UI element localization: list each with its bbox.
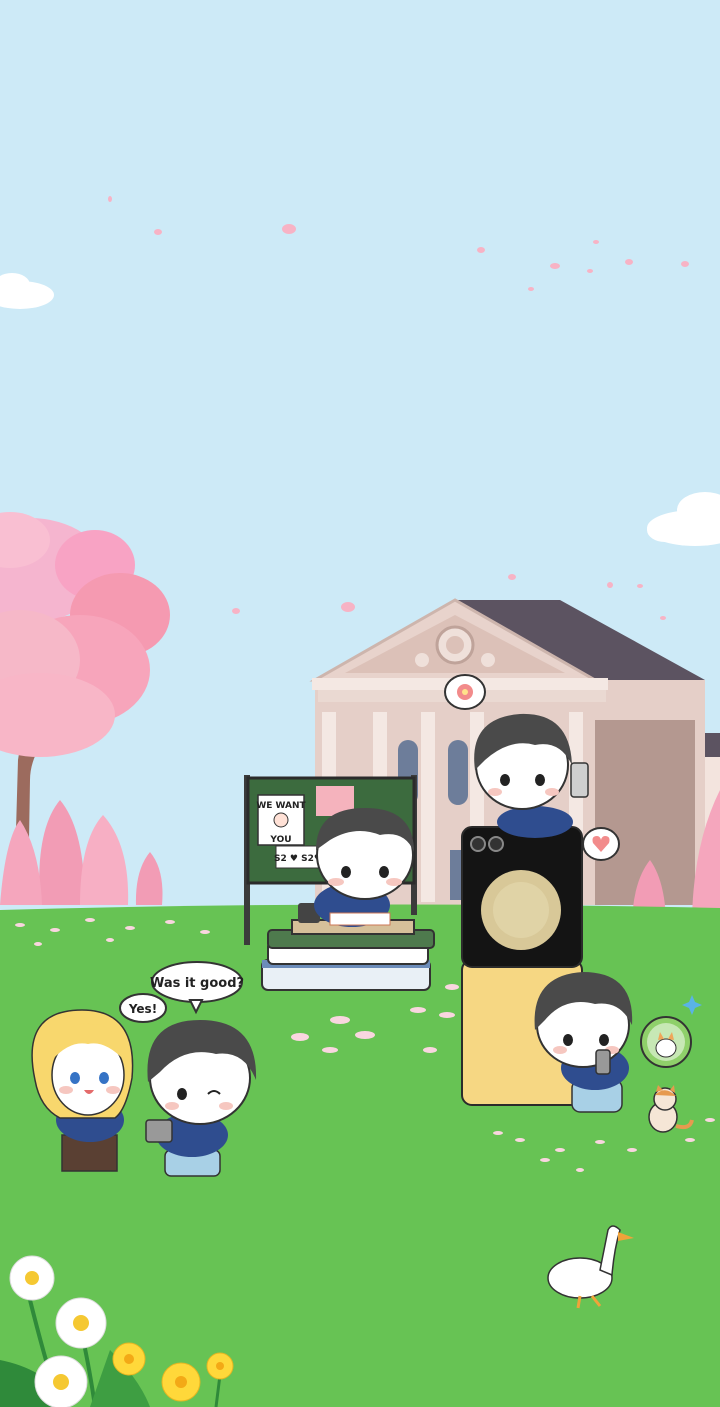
poster-line2: YOU (269, 835, 291, 845)
question-text: Was it good? (150, 976, 244, 991)
cat-icon (640, 1016, 692, 1068)
heart-icon (582, 827, 620, 861)
flower-icon (444, 674, 486, 710)
note-text: S2 ♥ S2♥ (274, 854, 322, 864)
speech-bubble-answer: Yes! (119, 993, 167, 1023)
answer-text: Yes! (128, 1002, 157, 1016)
book-stack (261, 919, 435, 991)
poster-line1: WE WANT (256, 801, 306, 811)
wallpaper-scene: WE WANT YOU S2 ♥ S2♥ Was it good? Yes! (0, 0, 720, 1407)
scene-svg: WE WANT YOU S2 ♥ S2♥ Was it good? Yes! (0, 0, 720, 1407)
